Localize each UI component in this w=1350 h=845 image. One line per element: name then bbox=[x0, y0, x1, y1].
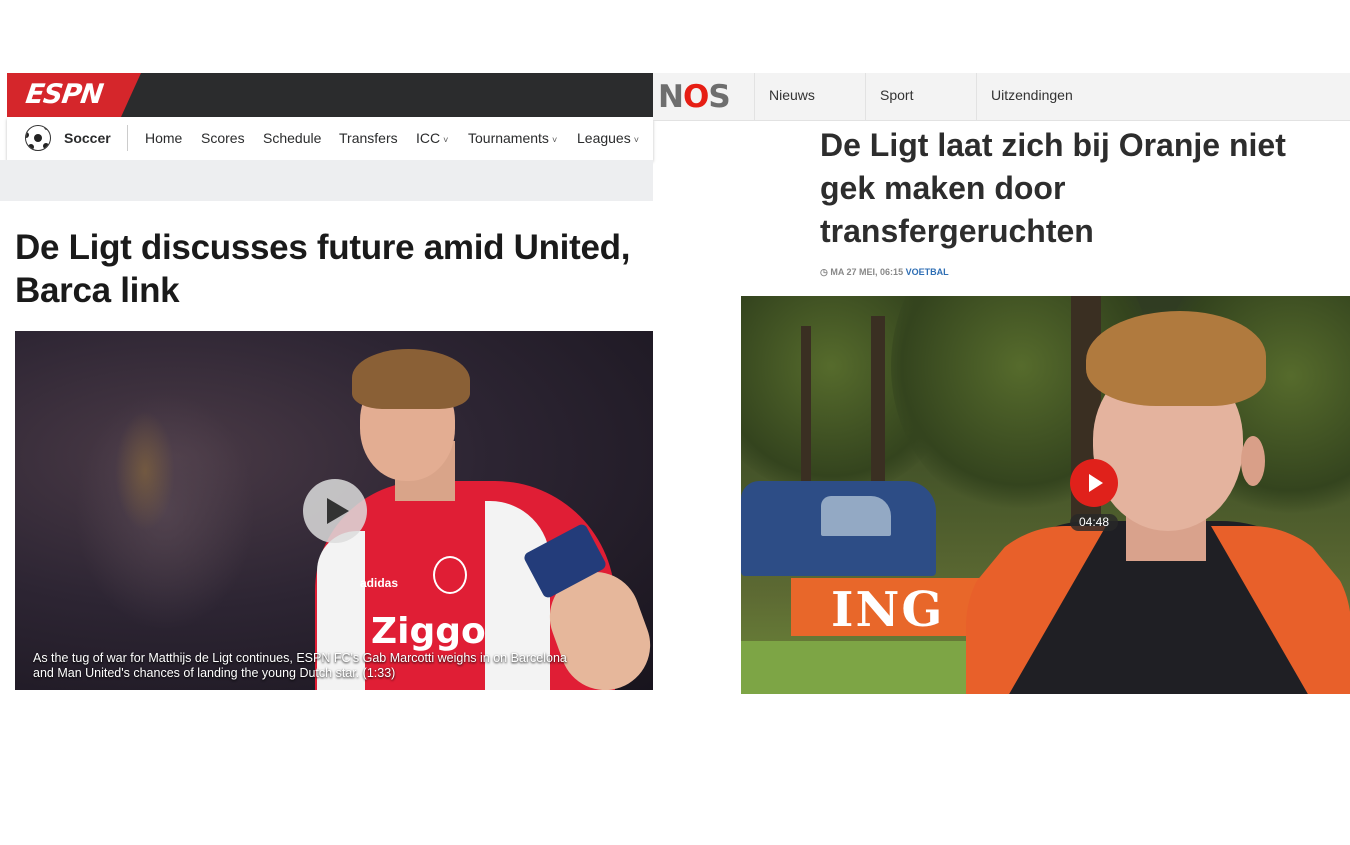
player-hair bbox=[352, 349, 470, 409]
nav-item-label: Schedule bbox=[263, 130, 322, 146]
nav-tab-label: Sport bbox=[880, 87, 914, 103]
nos-video-player[interactable]: ING 04:48 bbox=[741, 296, 1350, 694]
nos-logo-n: N bbox=[658, 79, 684, 115]
nos-top-bar: NOS Nieuws Sport Uitzendingen bbox=[653, 73, 1350, 121]
nav-item-label: Scores bbox=[201, 130, 245, 146]
nav-item-scores[interactable]: Scores bbox=[201, 130, 245, 146]
crowd-background bbox=[115, 411, 175, 531]
section-title-soccer[interactable]: Soccer bbox=[64, 130, 111, 146]
jersey-brand: adidas bbox=[360, 576, 399, 590]
chevron-down-icon: ˅ bbox=[633, 135, 639, 145]
player-hair bbox=[1086, 311, 1266, 406]
nav-item-label: Home bbox=[145, 130, 183, 146]
nav-item-home[interactable]: Home bbox=[145, 130, 182, 146]
nav-item-label: Tournaments bbox=[468, 130, 549, 146]
article-meta: ◷ MA 27 MEI, 06:15 VOETBAL bbox=[820, 267, 949, 278]
nav-tab-uitzendingen[interactable]: Uitzendingen bbox=[976, 73, 1116, 120]
publish-date: MA 27 MEI, 06:15 bbox=[830, 267, 904, 277]
player-ear bbox=[1241, 436, 1265, 486]
nav-item-label: Leagues bbox=[577, 130, 631, 146]
chevron-down-icon: ˅ bbox=[443, 135, 449, 145]
espn-ad-placeholder bbox=[0, 160, 653, 201]
nav-tab-label: Nieuws bbox=[769, 87, 815, 103]
tree-trunk bbox=[801, 326, 811, 496]
clock-icon: ◷ bbox=[820, 267, 828, 277]
nav-item-label: Transfers bbox=[339, 130, 398, 146]
nav-tab-label: Uitzendingen bbox=[991, 87, 1073, 103]
play-icon bbox=[1089, 474, 1103, 492]
espn-top-bar: ESPN bbox=[7, 73, 653, 117]
play-button[interactable] bbox=[1070, 459, 1118, 507]
play-icon bbox=[327, 498, 349, 524]
video-duration: 04:48 bbox=[1070, 514, 1118, 531]
espn-headline: De Ligt discusses future amid United, Ba… bbox=[15, 228, 631, 310]
divider bbox=[127, 125, 128, 151]
espn-logo[interactable]: ESPN bbox=[7, 73, 141, 117]
tree-trunk bbox=[871, 316, 885, 506]
ajax-crest-icon bbox=[433, 556, 467, 594]
video-caption: As the tug of war for Matthijs de Ligt c… bbox=[33, 651, 567, 680]
nos-logo-s: S bbox=[708, 79, 730, 115]
van-window bbox=[821, 496, 891, 536]
sponsor-banner-text: ING bbox=[831, 582, 945, 638]
espn-logo-text: ESPN bbox=[23, 79, 105, 110]
espn-video-player[interactable]: adidas Ziggo As the tug of war for Matth… bbox=[15, 331, 653, 690]
nav-item-label: ICC bbox=[416, 130, 441, 146]
nav-item-leagues[interactable]: Leagues ˅ bbox=[577, 130, 639, 146]
play-button[interactable] bbox=[303, 479, 367, 543]
espn-sub-navigation: Soccer Home Scores Schedule Transfers IC… bbox=[7, 117, 653, 160]
category-link[interactable]: VOETBAL bbox=[906, 267, 949, 277]
nav-item-icc[interactable]: ICC ˅ bbox=[416, 130, 448, 146]
nav-item-schedule[interactable]: Schedule bbox=[263, 130, 321, 146]
soccer-ball-icon bbox=[25, 125, 51, 151]
nos-headline: De Ligt laat zich bij Oranje niet gek ma… bbox=[820, 127, 1286, 249]
nav-item-transfers[interactable]: Transfers bbox=[339, 130, 398, 146]
nav-item-tournaments[interactable]: Tournaments ˅ bbox=[468, 130, 557, 146]
nos-logo-o: O bbox=[682, 79, 709, 115]
nav-tab-nieuws[interactable]: Nieuws bbox=[754, 73, 866, 120]
jersey-sponsor: Ziggo bbox=[371, 611, 486, 652]
chevron-down-icon: ˅ bbox=[551, 135, 558, 145]
nav-tab-sport[interactable]: Sport bbox=[865, 73, 976, 120]
nos-logo[interactable]: NOS bbox=[658, 79, 731, 115]
